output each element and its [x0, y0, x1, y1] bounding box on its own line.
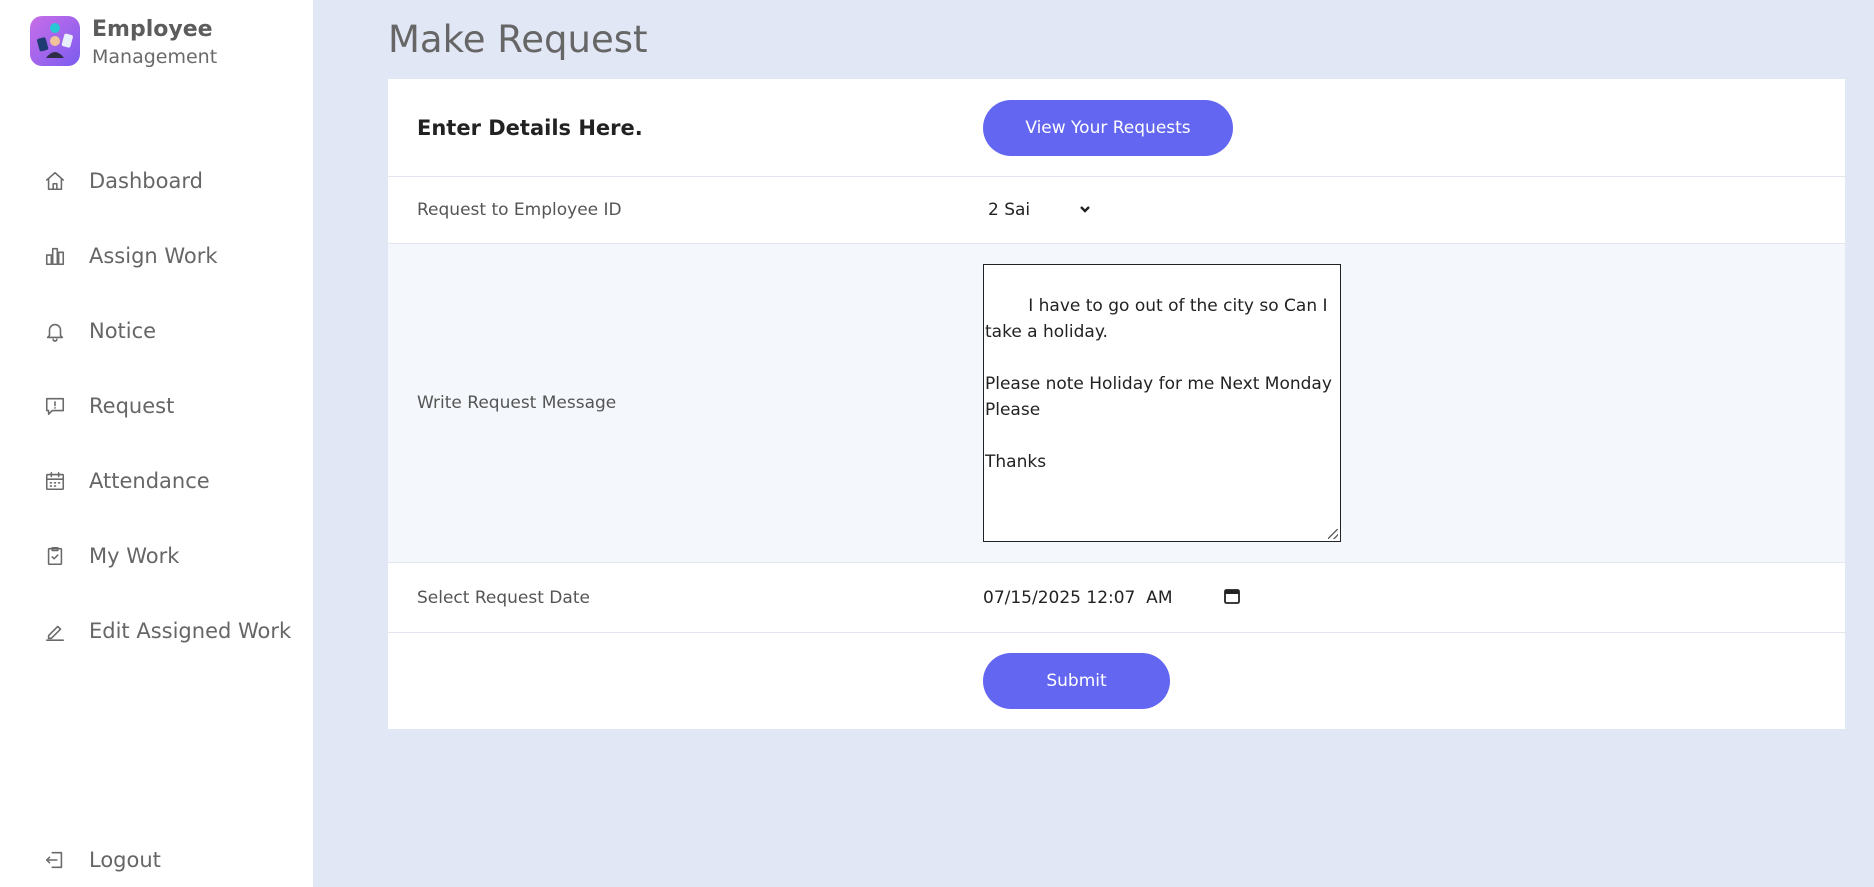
sidebar-item-request[interactable]: Request: [0, 368, 313, 443]
request-date-value: 07/15/2025 12:07 AM: [983, 587, 1173, 608]
sidebar-item-label: Dashboard: [89, 168, 203, 193]
sidebar-item-label: Notice: [89, 318, 157, 343]
logout-icon: [43, 848, 67, 872]
calendar-icon: [43, 469, 67, 493]
sidebar: Employee Management Dashboard Assign Wor…: [0, 0, 313, 887]
sidebar-item-attendance[interactable]: Attendance: [0, 443, 313, 518]
date-row: Select Request Date 07/15/2025 12:07 AM: [388, 563, 1845, 633]
request-message-text: I have to go out of the city so Can I ta…: [985, 296, 1332, 472]
form-header-row: Enter Details Here. View Your Requests: [388, 79, 1845, 177]
employee-select-value: 2 Sai: [988, 200, 1031, 220]
employee-label: Request to Employee ID: [417, 200, 622, 220]
sidebar-item-label: Attendance: [89, 468, 210, 493]
clipboard-check-icon: [43, 544, 67, 568]
logout-section: Logout: [0, 824, 313, 887]
sidebar-item-label: My Work: [89, 543, 180, 568]
resize-handle-icon[interactable]: [1328, 529, 1338, 539]
chevron-down-icon: [1078, 201, 1092, 221]
view-requests-button[interactable]: View Your Requests: [983, 99, 1233, 156]
sidebar-item-label: Edit Assigned Work: [89, 618, 292, 643]
brand-subtitle: Management: [92, 45, 218, 68]
sidebar-item-dashboard[interactable]: Dashboard: [0, 143, 313, 218]
sidebar-item-notice[interactable]: Notice: [0, 293, 313, 368]
brand[interactable]: Employee Management: [30, 16, 217, 69]
message-label: Write Request Message: [417, 393, 617, 413]
sidebar-item-label: Assign Work: [89, 243, 218, 268]
pencil-icon: [43, 619, 67, 643]
bar-chart-icon: [43, 244, 67, 268]
sidebar-item-label: Request: [89, 393, 175, 418]
app-logo: [30, 16, 80, 66]
request-date-input[interactable]: 07/15/2025 12:07 AM: [983, 588, 1243, 608]
logout-button[interactable]: Logout: [0, 824, 313, 887]
brand-title: Employee: [92, 17, 213, 42]
submit-button[interactable]: Submit: [983, 653, 1170, 709]
message-alert-icon: [43, 394, 67, 418]
home-icon: [43, 169, 67, 193]
page-title: Make Request: [388, 18, 648, 61]
request-form-card: Enter Details Here. View Your Requests R…: [388, 79, 1845, 729]
submit-row: Submit: [388, 633, 1845, 729]
sidebar-item-assign-work[interactable]: Assign Work: [0, 218, 313, 293]
sidebar-nav: Dashboard Assign Work Notice Request Att…: [0, 143, 313, 668]
message-row: Write Request Message I have to go out o…: [388, 244, 1845, 563]
calendar-picker-icon[interactable]: [1223, 587, 1241, 610]
logout-label: Logout: [89, 848, 161, 872]
employee-row: Request to Employee ID 2 Sai: [388, 177, 1845, 244]
date-label: Select Request Date: [417, 587, 590, 608]
sidebar-item-edit-assigned-work[interactable]: Edit Assigned Work: [0, 593, 313, 668]
form-heading: Enter Details Here.: [417, 115, 643, 140]
request-message-textarea[interactable]: I have to go out of the city so Can I ta…: [983, 264, 1341, 542]
employee-select[interactable]: 2 Sai: [983, 195, 1093, 225]
sidebar-item-my-work[interactable]: My Work: [0, 518, 313, 593]
bell-icon: [43, 319, 67, 343]
